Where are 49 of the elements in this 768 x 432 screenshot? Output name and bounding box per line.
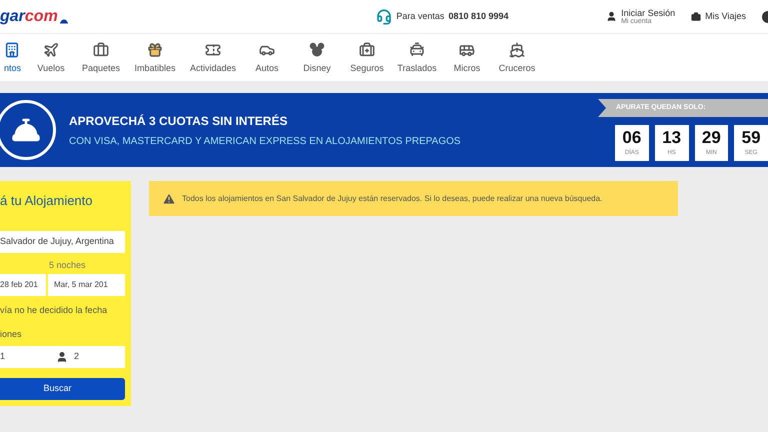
rooms-label: iones <box>0 328 23 340</box>
hat-icon <box>58 16 69 24</box>
countdown-value: 59 <box>742 128 761 146</box>
trips-link[interactable]: Mis Viajes <box>691 10 746 24</box>
nav-tab[interactable]: Disney <box>292 42 342 75</box>
nav-tab[interactable]: Seguros <box>342 42 392 75</box>
nav-tab[interactable]: Micros <box>442 42 492 75</box>
person-icon <box>56 351 68 363</box>
nav-icon <box>4 42 20 58</box>
user-icon <box>606 11 618 22</box>
site-logo[interactable]: garcom <box>0 8 69 24</box>
nav-icon <box>147 42 163 58</box>
briefcase-icon <box>691 12 702 22</box>
nav-icon <box>509 42 525 58</box>
alert-message: Todos los alojamientos en San Salvador de Jujuy están reservados. Si lo deseas, puede realizar una nueva búsqueda. <box>182 192 602 204</box>
undecided-option[interactable]: vía no he decidido la fecha <box>0 304 125 318</box>
destination-field[interactable]: Salvador de Jujuy, Argentina <box>0 230 125 252</box>
nav-tab[interactable]: Actividades <box>184 42 242 75</box>
nav-icon <box>93 42 109 58</box>
mouse-ears-icon <box>309 42 325 58</box>
nav-tab[interactable]: Imbatibles <box>126 42 184 75</box>
countdown-value: 13 <box>662 128 682 146</box>
nights-label: 5 noches <box>48 258 87 272</box>
warning-icon <box>162 192 176 206</box>
countdown-value: 29 <box>702 128 721 146</box>
nav-icon <box>205 42 221 58</box>
sales-label: Para ventas <box>396 10 444 23</box>
login-title: Iniciar Sesión <box>621 8 676 18</box>
checkout-field[interactable]: Mar, 5 mar 201 <box>48 274 125 296</box>
banner-subtitle: CON VISA, MASTERCARD Y AMERICAN EXPRESS EN ALOJAMIENTOS PREPAGOS <box>69 134 461 148</box>
nav-tab[interactable]: Traslados <box>392 42 442 75</box>
banner-title: APROVECHÁ 3 CUOTAS SIN INTERÉS <box>69 112 288 130</box>
occupancy-field[interactable]: 1 2 <box>0 346 125 368</box>
nav-icon <box>409 42 425 58</box>
nav-tab[interactable]: Autos <box>242 42 292 75</box>
nav-icon <box>359 42 375 58</box>
search-button[interactable]: Buscar <box>0 378 125 400</box>
nav-tab[interactable]: Vuelos <box>26 42 76 75</box>
nav-tab[interactable]: Cruceros <box>492 42 542 75</box>
headset-icon <box>376 8 392 24</box>
checkin-field[interactable]: 28 feb 201 <box>0 274 46 296</box>
nav-icon <box>43 42 59 58</box>
nav-tab[interactable]: ntos <box>0 42 26 75</box>
rooms-count: 1 <box>0 350 6 364</box>
nav-tab[interactable]: Paquetes <box>76 42 126 75</box>
countdown-value: 06 <box>622 128 642 146</box>
sales-phone: 0810 810 9994 <box>448 10 508 23</box>
guests-count: 2 <box>74 350 80 364</box>
panel-title: á tu Alojamiento <box>0 192 94 210</box>
